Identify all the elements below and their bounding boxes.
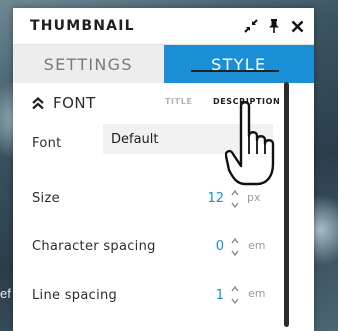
character-spacing-unit: em <box>248 239 266 252</box>
font-select[interactable]: Default <box>103 124 273 154</box>
font-label: Font <box>32 136 62 151</box>
size-value[interactable]: 12 <box>194 191 224 206</box>
close-icon[interactable] <box>290 19 304 33</box>
panel-tabs: SETTINGS STYLE <box>13 45 314 83</box>
panel-titlebar[interactable]: THUMBNAIL <box>13 8 314 45</box>
titlebar-icons <box>244 19 304 33</box>
line-spacing-label: Line spacing <box>32 288 118 303</box>
size-label: Size <box>32 191 60 206</box>
size-unit: px <box>247 191 261 204</box>
tab-style[interactable]: STYLE <box>163 45 314 83</box>
panel-title: THUMBNAIL <box>30 18 135 34</box>
collapse-arrows-icon[interactable] <box>244 19 258 33</box>
font-section-title: FONT <box>53 94 96 112</box>
font-row: Font <box>32 136 62 151</box>
line-spacing-unit: em <box>248 287 266 300</box>
character-spacing-label: Character spacing <box>32 239 156 254</box>
panel-scrollbar[interactable] <box>284 82 289 327</box>
size-stepper[interactable] <box>231 189 239 209</box>
subtab-description[interactable]: DESCRIPTION <box>213 97 280 106</box>
line-spacing-value[interactable]: 1 <box>194 288 224 303</box>
character-spacing-row: Character spacing <box>32 239 156 254</box>
character-spacing-stepper[interactable] <box>231 237 239 257</box>
thumbnail-panel: THUMBNAIL SETTINGS STYLE FONT TITLE DESC… <box>13 8 314 331</box>
tab-settings[interactable]: SETTINGS <box>13 45 164 83</box>
line-spacing-row: Line spacing <box>32 288 117 303</box>
subtab-active-underline <box>191 70 279 72</box>
size-row: Size <box>32 191 60 206</box>
font-select-value: Default <box>111 131 159 147</box>
font-section-header[interactable]: FONT <box>31 83 96 123</box>
line-spacing-stepper[interactable] <box>231 285 239 305</box>
pin-icon[interactable] <box>267 19 281 33</box>
character-spacing-value[interactable]: 0 <box>194 239 224 254</box>
background-text: ef <box>0 286 11 301</box>
subtab-title[interactable]: TITLE <box>165 97 192 106</box>
chevron-up-icon <box>31 96 45 110</box>
